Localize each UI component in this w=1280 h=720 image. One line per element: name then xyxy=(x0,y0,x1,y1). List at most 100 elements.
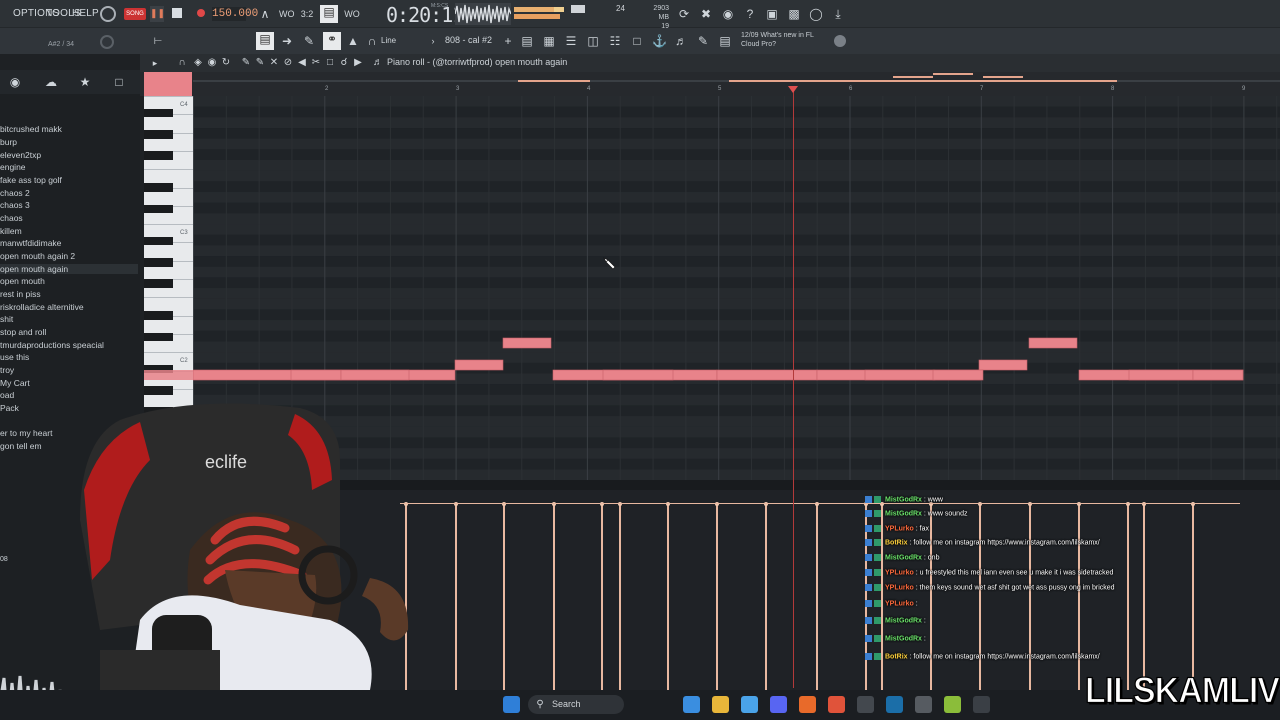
select-tool-icon[interactable]: □ xyxy=(324,56,336,70)
playback-tool-icon[interactable]: ▶ xyxy=(352,56,364,70)
wait-icon[interactable]: WO xyxy=(279,7,295,21)
touch-keyboard-icon[interactable]: ✎ xyxy=(696,34,710,48)
velocity-bar[interactable] xyxy=(619,504,621,690)
slide-tool-icon[interactable]: ◀ xyxy=(296,56,308,70)
browser-item[interactable]: use this xyxy=(0,352,29,362)
black-key[interactable] xyxy=(144,130,173,139)
velocity-bar[interactable] xyxy=(503,504,505,690)
velocity-bar[interactable] xyxy=(816,504,818,690)
magnet-icon[interactable]: ∩ xyxy=(366,34,378,48)
draw-mode-select[interactable]: Line xyxy=(381,36,396,45)
midi-note[interactable] xyxy=(716,369,818,381)
download-icon[interactable]: ⤓ xyxy=(831,7,845,21)
record-icon[interactable] xyxy=(197,9,205,17)
tempo-tapper-icon[interactable]: ♬ xyxy=(674,34,688,48)
app-icon-3[interactable] xyxy=(973,696,990,713)
mixer-icon[interactable]: ◫ xyxy=(586,34,600,48)
white-key[interactable] xyxy=(144,352,193,354)
browser-item[interactable]: open mouth again xyxy=(0,264,138,274)
black-key[interactable] xyxy=(144,258,173,267)
draw-tool-icon[interactable]: ✎ xyxy=(240,56,252,70)
midi-note[interactable] xyxy=(932,369,984,381)
delete-tool-icon[interactable]: ✕ xyxy=(268,56,280,70)
plugin-icon[interactable]: ▩ xyxy=(787,7,801,21)
stamp-tool-icon[interactable]: ◈ xyxy=(192,56,204,70)
pattern-selector[interactable]: 808 - cal #2 xyxy=(445,35,492,45)
keyboard-icon[interactable]: ▤ xyxy=(718,34,732,48)
globe-icon[interactable]: ◉ xyxy=(8,75,22,89)
velocity-bar[interactable] xyxy=(553,504,555,690)
piano-roll-view-icon[interactable]: ▤ xyxy=(256,32,274,50)
tempo-display[interactable]: 150.000 xyxy=(212,7,258,21)
midi-note[interactable] xyxy=(454,359,504,371)
steam-icon[interactable] xyxy=(886,696,903,713)
menu-help[interactable]: HELP xyxy=(72,8,99,19)
microphone-icon[interactable]: ◉ xyxy=(721,7,735,21)
active-key[interactable] xyxy=(144,370,193,380)
speaker-icon[interactable]: ♬ xyxy=(372,56,384,70)
project-icon[interactable]: □ xyxy=(630,34,644,48)
browser-item[interactable]: chaos 2 xyxy=(0,188,30,198)
black-key[interactable] xyxy=(144,108,173,118)
news-globe-icon[interactable] xyxy=(834,35,846,47)
paint-tool-icon[interactable]: ✎ xyxy=(254,56,266,70)
prev-pattern-icon[interactable]: › xyxy=(428,34,438,48)
copilot-icon[interactable] xyxy=(683,696,700,713)
blend-notes-icon[interactable]: ▤ xyxy=(320,5,338,23)
piano-roll-icon[interactable]: ▦ xyxy=(542,34,556,48)
channel-rack-icon[interactable]: ☰ xyxy=(564,34,578,48)
browser-item[interactable]: stop and roll xyxy=(0,327,46,337)
star-icon[interactable]: ★ xyxy=(78,75,92,89)
store-icon[interactable] xyxy=(741,696,758,713)
pencil-icon[interactable]: ✎ xyxy=(302,34,316,48)
browser-item[interactable]: troy xyxy=(0,365,14,375)
browser-item[interactable]: riskrolladice alternitive xyxy=(0,302,84,312)
stop-icon[interactable] xyxy=(172,8,182,18)
browser-icon[interactable]: ☷ xyxy=(608,34,622,48)
midi-note[interactable] xyxy=(1028,337,1078,349)
chat-icon[interactable]: ◯ xyxy=(809,7,823,21)
white-key[interactable] xyxy=(144,169,193,171)
browser-item[interactable]: My Cart xyxy=(0,378,30,388)
add-pattern-icon[interactable]: + xyxy=(503,34,513,48)
snap-icon[interactable]: ⊢ xyxy=(150,35,166,49)
browser-item[interactable]: shit xyxy=(0,314,13,324)
black-key[interactable] xyxy=(144,151,173,160)
browser-item[interactable]: fake ass top golf xyxy=(0,175,62,185)
help-icon[interactable]: ? xyxy=(743,7,757,21)
midi-note[interactable] xyxy=(864,369,936,381)
start-button-icon[interactable] xyxy=(503,696,520,713)
obs-icon[interactable] xyxy=(857,696,874,713)
black-key[interactable] xyxy=(144,183,173,193)
velocity-bar[interactable] xyxy=(716,504,718,690)
discord-icon[interactable] xyxy=(770,696,787,713)
folder-icon[interactable]: □ xyxy=(112,75,126,89)
app-icon-2[interactable] xyxy=(944,696,961,713)
midi-note[interactable] xyxy=(502,337,552,349)
timeline-loop-marker[interactable] xyxy=(144,72,192,96)
plugin-db-icon[interactable]: ⚓ xyxy=(652,34,667,48)
pattern-song-toggle-icon[interactable] xyxy=(100,6,116,22)
browser-item[interactable]: Pack xyxy=(0,403,19,413)
velocity-bar[interactable] xyxy=(1192,504,1194,690)
black-key[interactable] xyxy=(144,386,173,395)
brave-browser-icon[interactable] xyxy=(828,696,845,713)
midi-note[interactable] xyxy=(340,369,410,381)
white-key[interactable] xyxy=(144,297,193,299)
black-key[interactable] xyxy=(144,279,173,289)
magnet-snap-icon[interactable]: ∩ xyxy=(176,56,188,70)
play-arrow-icon[interactable]: ▸ xyxy=(150,56,160,70)
midi-note[interactable] xyxy=(978,359,1028,371)
browser-item[interactable]: burp xyxy=(0,137,17,147)
mute-tool-icon[interactable]: ⊘ xyxy=(282,56,294,70)
black-key[interactable] xyxy=(144,236,173,246)
browser-item[interactable]: chaos 3 xyxy=(0,200,30,210)
velocity-bar[interactable] xyxy=(601,504,603,690)
slice-tool-icon[interactable]: ✂ xyxy=(310,56,322,70)
playhead-marker[interactable] xyxy=(788,86,798,93)
song-mode-icon[interactable]: SONG xyxy=(124,8,146,20)
master-pitch-knob-icon[interactable] xyxy=(100,35,114,49)
zoom-tool-icon[interactable]: ☌ xyxy=(338,56,350,70)
midi-note[interactable] xyxy=(1128,369,1194,381)
file-explorer-icon[interactable] xyxy=(712,696,729,713)
